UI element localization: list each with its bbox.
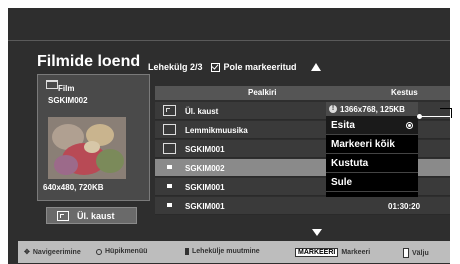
preview-resolution: 640x480, 720KB [43, 183, 104, 192]
preview-file-name: SGKIM002 [48, 96, 88, 105]
folder-icon [163, 124, 176, 135]
unmarked-label: Pole markeeritud [223, 62, 297, 72]
preview-panel: Film SGKIM002 640x480, 720KB [37, 74, 150, 201]
help-navigate: ✥ Navigeerimine [24, 248, 81, 257]
selected-radio-icon [406, 122, 413, 129]
list-item[interactable]: SGKIM001 01:30:20 [155, 197, 450, 215]
menu-item-mark-all[interactable]: Markeeri kõik [326, 135, 418, 154]
item-name: Lemmikmuusika [185, 126, 248, 135]
column-title: Pealkiri [248, 88, 277, 97]
parent-folder-icon [163, 105, 176, 116]
help-exit: Välju [403, 248, 429, 258]
preview-folder-label: Film [58, 84, 75, 93]
menu-item-label: Sule [331, 177, 353, 188]
callout-line [418, 116, 450, 117]
popup-menu: ! 1366x768, 125KB Esita Markeeri kõik Ku… [326, 102, 418, 197]
help-popup: Hüpikmenüü [96, 248, 147, 255]
scroll-down-icon[interactable] [312, 229, 322, 236]
list-header: Pealkiri Kestus [155, 86, 450, 100]
movie-file-icon [167, 184, 172, 188]
page-info: Lehekülg 2/3 Pole markeeritud [148, 62, 321, 72]
preview-thumbnail [48, 117, 126, 179]
popup-info: ! 1366x768, 125KB [326, 102, 418, 116]
checkbox-icon [210, 62, 220, 72]
help-mark: MARKEERI Markeeri [295, 248, 370, 257]
menu-item-close[interactable]: Sule [326, 173, 418, 192]
movie-file-icon [167, 165, 172, 169]
help-page: Lehekülje muutmine [185, 248, 260, 255]
scroll-up-icon[interactable] [310, 63, 321, 71]
item-name: Ül. kaust [185, 107, 219, 116]
parent-folder-label: Ül. kaust [77, 210, 115, 221]
tv-screen: Filmide loend Lehekülg 2/3 Pole markeeri… [8, 8, 450, 264]
callout-pointer-tail [451, 108, 452, 118]
menu-item-delete[interactable]: Kustuta [326, 154, 418, 173]
item-name: SGKIM001 [185, 183, 225, 192]
parent-folder-button[interactable]: Ül. kaust [46, 207, 137, 224]
page-counter: Lehekülg 2/3 [148, 62, 203, 72]
menu-item-play[interactable]: Esita [326, 116, 418, 135]
exit-key-icon [403, 248, 409, 258]
callout-dot [417, 114, 422, 119]
page-title: Filmide loend [37, 53, 141, 70]
popup-info-text: 1366x768, 125KB [340, 104, 405, 114]
item-name: SGKIM001 [185, 145, 225, 154]
page-change-icon [185, 248, 189, 255]
item-name: SGKIM002 [185, 164, 225, 173]
menu-item-label: Esita [331, 120, 355, 131]
parent-folder-icon [57, 210, 69, 221]
folder-icon [163, 143, 176, 154]
info-icon: ! [329, 105, 337, 113]
item-duration: 01:30:20 [388, 202, 421, 211]
ok-button-icon [96, 248, 102, 255]
mark-key: MARKEERI [295, 248, 339, 257]
top-divider [8, 40, 450, 41]
navigate-icon: ✥ [24, 249, 30, 256]
item-name: SGKIM001 [185, 202, 225, 211]
movie-file-icon [167, 203, 172, 207]
folder-icon [46, 80, 58, 89]
bottom-help-bar: ✥ Navigeerimine Hüpikmenüü Lehekülje muu… [18, 241, 450, 263]
column-duration: Kestus [391, 88, 418, 97]
menu-item-label: Markeeri kõik [331, 139, 395, 150]
menu-item-label: Kustuta [331, 158, 369, 169]
